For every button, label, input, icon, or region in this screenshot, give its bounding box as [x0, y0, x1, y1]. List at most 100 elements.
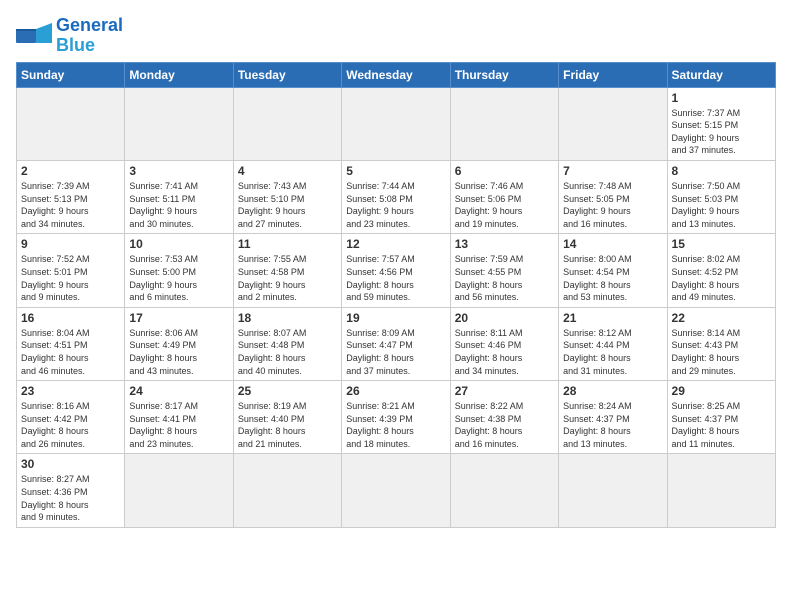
day-info: Sunrise: 8:19 AM Sunset: 4:40 PM Dayligh… — [238, 400, 337, 450]
day-cell — [559, 87, 667, 160]
day-number: 24 — [129, 384, 228, 398]
day-number: 26 — [346, 384, 445, 398]
day-cell — [233, 87, 341, 160]
calendar-body: 1 Sunrise: 7:37 AM Sunset: 5:15 PM Daylig… — [17, 87, 776, 527]
day-info: Sunrise: 8:21 AM Sunset: 4:39 PM Dayligh… — [346, 400, 445, 450]
day-number: 16 — [21, 311, 120, 325]
day-info: Sunrise: 8:07 AM Sunset: 4:48 PM Dayligh… — [238, 327, 337, 377]
day-info: Sunrise: 8:06 AM Sunset: 4:49 PM Dayligh… — [129, 327, 228, 377]
day-info: Sunrise: 8:04 AM Sunset: 4:51 PM Dayligh… — [21, 327, 120, 377]
day-number: 19 — [346, 311, 445, 325]
day-info: Sunrise: 7:57 AM Sunset: 4:56 PM Dayligh… — [346, 253, 445, 303]
col-sunday: Sunday — [17, 62, 125, 87]
day-cell: 22Sunrise: 8:14 AM Sunset: 4:43 PM Dayli… — [667, 307, 775, 380]
day-cell: 26 Sunrise: 8:21 AM Sunset: 4:39 PM Dayli… — [342, 381, 450, 454]
day-cell: 30Sunrise: 8:27 AM Sunset: 4:36 PM Dayli… — [17, 454, 125, 527]
day-info: Sunrise: 8:24 AM Sunset: 4:37 PM Dayligh… — [563, 400, 662, 450]
day-number: 10 — [129, 237, 228, 251]
day-info: Sunrise: 8:17 AM Sunset: 4:41 PM Dayligh… — [129, 400, 228, 450]
day-number: 29 — [672, 384, 771, 398]
day-number: 15 — [672, 237, 771, 251]
day-number: 3 — [129, 164, 228, 178]
day-cell — [342, 454, 450, 527]
day-cell: 9 Sunrise: 7:52 AM Sunset: 5:01 PM Daylig… — [17, 234, 125, 307]
day-cell: 12 Sunrise: 7:57 AM Sunset: 4:56 PM Dayli… — [342, 234, 450, 307]
day-number: 5 — [346, 164, 445, 178]
day-number: 7 — [563, 164, 662, 178]
col-saturday: Saturday — [667, 62, 775, 87]
day-cell: 14Sunrise: 8:00 AM Sunset: 4:54 PM Dayli… — [559, 234, 667, 307]
day-number: 22 — [672, 311, 771, 325]
day-info: Sunrise: 7:41 AM Sunset: 5:11 PM Dayligh… — [129, 180, 228, 230]
day-cell: 16 Sunrise: 8:04 AM Sunset: 4:51 PM Dayli… — [17, 307, 125, 380]
day-cell — [667, 454, 775, 527]
day-cell: 3 Sunrise: 7:41 AM Sunset: 5:11 PM Daylig… — [125, 160, 233, 233]
day-info: Sunrise: 7:53 AM Sunset: 5:00 PM Dayligh… — [129, 253, 228, 303]
week-row-3: 9 Sunrise: 7:52 AM Sunset: 5:01 PM Daylig… — [17, 234, 776, 307]
day-number: 2 — [21, 164, 120, 178]
day-cell: 10 Sunrise: 7:53 AM Sunset: 5:00 PM Dayli… — [125, 234, 233, 307]
day-info: Sunrise: 8:27 AM Sunset: 4:36 PM Dayligh… — [21, 473, 120, 523]
day-number: 9 — [21, 237, 120, 251]
day-cell — [342, 87, 450, 160]
day-cell: 4 Sunrise: 7:43 AM Sunset: 5:10 PM Daylig… — [233, 160, 341, 233]
day-number: 21 — [563, 311, 662, 325]
logo: General Blue — [16, 16, 123, 56]
day-number: 17 — [129, 311, 228, 325]
day-cell — [125, 87, 233, 160]
week-row-1: 1 Sunrise: 7:37 AM Sunset: 5:15 PM Daylig… — [17, 87, 776, 160]
day-cell — [17, 87, 125, 160]
day-cell: 13Sunrise: 7:59 AM Sunset: 4:55 PM Dayli… — [450, 234, 558, 307]
day-info: Sunrise: 7:52 AM Sunset: 5:01 PM Dayligh… — [21, 253, 120, 303]
day-number: 14 — [563, 237, 662, 251]
day-cell: 8Sunrise: 7:50 AM Sunset: 5:03 PM Daylig… — [667, 160, 775, 233]
day-number: 23 — [21, 384, 120, 398]
header-row: Sunday Monday Tuesday Wednesday Thursday… — [17, 62, 776, 87]
day-info: Sunrise: 7:43 AM Sunset: 5:10 PM Dayligh… — [238, 180, 337, 230]
day-cell: 11Sunrise: 7:55 AM Sunset: 4:58 PM Dayli… — [233, 234, 341, 307]
day-number: 13 — [455, 237, 554, 251]
day-cell: 29 Sunrise: 8:25 AM Sunset: 4:37 PM Dayli… — [667, 381, 775, 454]
day-info: Sunrise: 8:16 AM Sunset: 4:42 PM Dayligh… — [21, 400, 120, 450]
day-cell — [125, 454, 233, 527]
day-info: Sunrise: 8:09 AM Sunset: 4:47 PM Dayligh… — [346, 327, 445, 377]
col-thursday: Thursday — [450, 62, 558, 87]
day-cell: 5Sunrise: 7:44 AM Sunset: 5:08 PM Daylig… — [342, 160, 450, 233]
day-number: 25 — [238, 384, 337, 398]
day-cell — [450, 454, 558, 527]
day-cell: 19 Sunrise: 8:09 AM Sunset: 4:47 PM Dayli… — [342, 307, 450, 380]
day-info: Sunrise: 7:50 AM Sunset: 5:03 PM Dayligh… — [672, 180, 771, 230]
day-info: Sunrise: 8:02 AM Sunset: 4:52 PM Dayligh… — [672, 253, 771, 303]
day-number: 12 — [346, 237, 445, 251]
day-info: Sunrise: 7:55 AM Sunset: 4:58 PM Dayligh… — [238, 253, 337, 303]
day-cell: 23 Sunrise: 8:16 AM Sunset: 4:42 PM Dayli… — [17, 381, 125, 454]
day-cell: 20 Sunrise: 8:11 AM Sunset: 4:46 PM Dayli… — [450, 307, 558, 380]
logo-text: General Blue — [56, 16, 123, 56]
day-number: 27 — [455, 384, 554, 398]
day-cell: 21Sunrise: 8:12 AM Sunset: 4:44 PM Dayli… — [559, 307, 667, 380]
week-row-4: 16 Sunrise: 8:04 AM Sunset: 4:51 PM Dayli… — [17, 307, 776, 380]
day-info: Sunrise: 8:25 AM Sunset: 4:37 PM Dayligh… — [672, 400, 771, 450]
day-number: 4 — [238, 164, 337, 178]
day-cell: 25 Sunrise: 8:19 AM Sunset: 4:40 PM Dayli… — [233, 381, 341, 454]
week-row-2: 2 Sunrise: 7:39 AM Sunset: 5:13 PM Daylig… — [17, 160, 776, 233]
day-info: Sunrise: 7:46 AM Sunset: 5:06 PM Dayligh… — [455, 180, 554, 230]
day-cell — [450, 87, 558, 160]
day-number: 20 — [455, 311, 554, 325]
page: General Blue Sunday Monday Tuesday Wedne… — [0, 0, 792, 612]
col-monday: Monday — [125, 62, 233, 87]
day-cell: 7Sunrise: 7:48 AM Sunset: 5:05 PM Daylig… — [559, 160, 667, 233]
week-row-6: 30Sunrise: 8:27 AM Sunset: 4:36 PM Dayli… — [17, 454, 776, 527]
col-wednesday: Wednesday — [342, 62, 450, 87]
day-cell: 28 Sunrise: 8:24 AM Sunset: 4:37 PM Dayli… — [559, 381, 667, 454]
day-number: 6 — [455, 164, 554, 178]
day-number: 1 — [672, 91, 771, 105]
day-info: Sunrise: 7:37 AM Sunset: 5:15 PM Dayligh… — [672, 107, 771, 157]
col-tuesday: Tuesday — [233, 62, 341, 87]
day-cell: 2 Sunrise: 7:39 AM Sunset: 5:13 PM Daylig… — [17, 160, 125, 233]
day-number: 28 — [563, 384, 662, 398]
day-info: Sunrise: 7:39 AM Sunset: 5:13 PM Dayligh… — [21, 180, 120, 230]
day-cell: 15 Sunrise: 8:02 AM Sunset: 4:52 PM Dayli… — [667, 234, 775, 307]
week-row-5: 23 Sunrise: 8:16 AM Sunset: 4:42 PM Dayli… — [17, 381, 776, 454]
day-info: Sunrise: 8:11 AM Sunset: 4:46 PM Dayligh… — [455, 327, 554, 377]
